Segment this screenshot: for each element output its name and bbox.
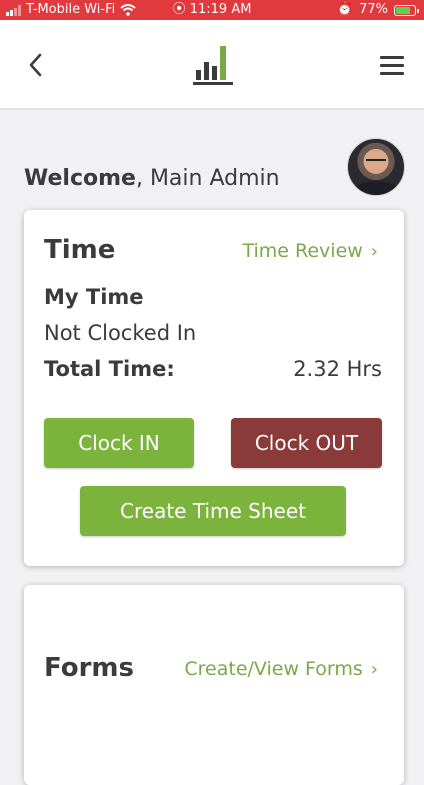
my-time-label: My Time xyxy=(44,285,144,309)
avatar-shirt xyxy=(354,181,398,195)
time-review-link[interactable]: Time Review › xyxy=(242,240,378,262)
top-navbar xyxy=(0,20,424,110)
time-review-label: Time Review xyxy=(242,240,363,262)
create-time-sheet-button[interactable]: Create Time Sheet xyxy=(80,486,346,536)
battery-percent: 77% xyxy=(359,2,388,17)
battery-group: ⏰ 77% xyxy=(336,0,419,20)
menu-button[interactable] xyxy=(380,56,404,76)
forms-card-title: Forms xyxy=(44,653,134,683)
avatar[interactable] xyxy=(347,138,405,196)
total-time-label: Total Time: xyxy=(44,357,175,381)
avatar-glasses xyxy=(366,159,386,165)
clock-out-button[interactable]: Clock OUT xyxy=(231,418,382,468)
back-button[interactable] xyxy=(24,52,48,78)
chevron-left-icon xyxy=(29,53,42,77)
create-view-forms-label: Create/View Forms xyxy=(184,658,363,680)
welcome-greeting: Welcome xyxy=(24,166,136,191)
battery-icon xyxy=(394,4,419,16)
clock-status: Not Clocked In xyxy=(44,321,197,345)
location-icon: ⦿ xyxy=(172,2,186,17)
forms-card: Forms Create/View Forms › xyxy=(24,585,404,785)
clock-in-button[interactable]: Clock IN xyxy=(44,418,194,468)
hamburger-menu-icon xyxy=(380,56,404,75)
chevron-right-icon: › xyxy=(370,659,378,680)
status-time: 11:19 AM xyxy=(189,2,252,17)
welcome-username: , Main Admin xyxy=(135,166,280,191)
chevron-right-icon: › xyxy=(370,241,378,262)
time-card: Time Time Review › My Time Not Clocked In… xyxy=(24,210,404,566)
status-bar: T-Mobile Wi-Fi ⦿ 11:19 AM ⏰ 77% xyxy=(0,0,424,20)
bar-chart-logo xyxy=(193,46,233,85)
time-card-title: Time xyxy=(44,235,116,265)
welcome-message: Welcome, Main Admin xyxy=(24,166,280,191)
total-time-value: 2.32 Hrs xyxy=(293,357,382,381)
alarm-icon: ⏰ xyxy=(336,2,354,17)
create-view-forms-link[interactable]: Create/View Forms › xyxy=(184,658,378,680)
